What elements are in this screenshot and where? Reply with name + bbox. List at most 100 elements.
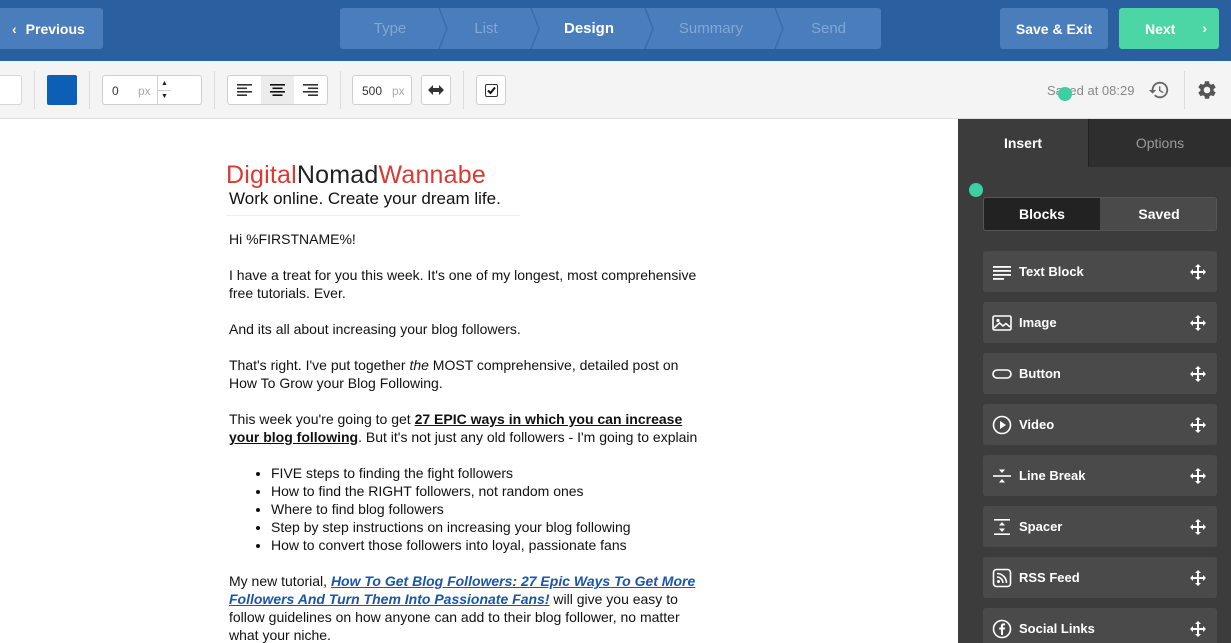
padding-unit: px — [138, 84, 151, 98]
p3-italic: the — [409, 357, 429, 373]
stepper-down-icon[interactable]: ▼ — [161, 93, 168, 100]
tab-insert[interactable]: Insert — [958, 119, 1088, 167]
move-icon[interactable] — [1190, 621, 1206, 637]
move-icon[interactable] — [1190, 519, 1206, 535]
block-label: Video — [1019, 417, 1055, 432]
spacer-icon — [994, 519, 1010, 535]
block-button[interactable]: Button — [983, 353, 1217, 394]
toolbar-divider — [89, 71, 90, 109]
step-separator — [438, 8, 448, 49]
stepper-divider — [158, 90, 171, 91]
padding-input-tail — [171, 75, 202, 105]
checkbox-icon — [484, 83, 498, 97]
play-circle-icon — [992, 415, 1012, 435]
next-button[interactable]: Next › — [1119, 8, 1219, 49]
color-swatch[interactable] — [47, 75, 77, 105]
align-center-button[interactable] — [261, 76, 294, 104]
move-icon[interactable] — [1190, 417, 1206, 433]
toolbar-divider — [340, 71, 341, 109]
list-item: FIVE steps to finding the fight follower… — [271, 464, 709, 482]
block-rss-feed[interactable]: RSS Feed — [983, 557, 1217, 598]
logo-part-nomad: Nomad — [296, 161, 379, 189]
top-navigation-bar: ‹ Previous Type List Design Summary Send… — [0, 0, 1231, 61]
p4-text: This week you're going to get — [229, 411, 415, 427]
logo-part-digital: Digital — [226, 161, 297, 189]
padding-value: 0 — [112, 84, 119, 98]
alignment-group — [227, 75, 328, 105]
block-text[interactable]: Text Block — [983, 251, 1217, 292]
block-social-links[interactable]: Social Links — [983, 608, 1217, 643]
history-icon[interactable] — [1148, 79, 1170, 101]
align-left-icon — [237, 84, 252, 96]
step-summary[interactable]: Summary — [646, 8, 776, 49]
align-right-button[interactable] — [294, 76, 327, 104]
block-label: Social Links — [1019, 621, 1095, 636]
insert-sidebar: Insert Options Blocks Saved Text Block I… — [958, 119, 1231, 643]
align-right-icon — [303, 84, 318, 96]
toolbar-divider — [34, 71, 35, 109]
background-swatch[interactable] — [0, 75, 22, 105]
tab-options[interactable]: Options — [1088, 119, 1231, 167]
previous-button[interactable]: ‹ Previous — [0, 8, 103, 49]
paragraph-5: My new tutorial, How To Get Blog Followe… — [229, 572, 709, 643]
email-body[interactable]: Hi %FIRSTNAME%! I have a treat for you t… — [229, 230, 709, 643]
step-design[interactable]: Design — [532, 8, 646, 49]
paragraph-2: And its all about increasing your blog f… — [229, 321, 521, 337]
brand-logo: DigitalNomadWannabe — [226, 161, 486, 190]
padding-stepper[interactable]: ▲ ▼ — [157, 75, 172, 105]
rss-icon — [992, 568, 1012, 588]
line-break-icon — [993, 469, 1011, 483]
list-item: Step by step instructions on increasing … — [271, 518, 709, 536]
block-label: RSS Feed — [1019, 570, 1080, 585]
p3-text: That's right. I've put together — [229, 357, 410, 373]
logo-part-wannabe: Wannabe — [378, 161, 486, 189]
block-label: Image — [1019, 315, 1057, 330]
toolbar-divider — [1184, 71, 1185, 109]
status-dot — [1058, 87, 1072, 101]
blocks-toggle-button[interactable]: Blocks — [984, 198, 1100, 230]
block-line-break[interactable]: Line Break — [983, 455, 1217, 496]
move-icon[interactable] — [1190, 570, 1206, 586]
paragraph-3: That's right. I've put together the MOST… — [229, 356, 709, 392]
email-canvas[interactable]: DigitalNomadWannabe Work online. Create … — [0, 119, 958, 643]
toolbar-divider — [214, 71, 215, 109]
width-input[interactable]: 500 px — [352, 75, 412, 105]
step-separator — [774, 8, 784, 49]
step-separator — [644, 8, 654, 49]
step-list[interactable]: List — [440, 8, 532, 49]
checkbox-button[interactable] — [476, 75, 506, 105]
paragraph-1: I have a treat for you this week. It's o… — [229, 267, 697, 301]
logo-divider — [226, 215, 520, 216]
text-lines-icon — [993, 266, 1011, 280]
full-width-button[interactable] — [421, 75, 451, 105]
save-exit-button[interactable]: Save & Exit — [1000, 8, 1108, 49]
move-icon[interactable] — [1190, 366, 1206, 382]
step-send[interactable]: Send — [776, 8, 881, 49]
image-icon — [992, 315, 1012, 331]
align-center-icon — [270, 84, 285, 96]
list-item: How to convert those followers into loya… — [271, 536, 709, 554]
greeting: Hi %FIRSTNAME%! — [229, 231, 356, 247]
saved-toggle-button[interactable]: Saved — [1100, 198, 1216, 230]
block-video[interactable]: Video — [983, 404, 1217, 445]
chevron-left-icon: ‹ — [12, 20, 17, 37]
align-left-button[interactable] — [228, 76, 261, 104]
facebook-circle-icon — [992, 619, 1012, 639]
list-item: How to find the RIGHT followers, not ran… — [271, 482, 709, 500]
block-label: Line Break — [1019, 468, 1086, 483]
p5-text: My new tutorial, — [229, 573, 331, 589]
next-button-label: Next — [1145, 20, 1176, 37]
move-icon[interactable] — [1190, 315, 1206, 331]
step-type[interactable]: Type — [340, 8, 440, 49]
p4-text: . But it's not just any old followers - … — [358, 429, 698, 445]
block-image[interactable]: Image — [983, 302, 1217, 343]
step-separator — [530, 8, 540, 49]
stepper-up-icon[interactable]: ▲ — [161, 80, 168, 87]
padding-input[interactable]: 0 px — [102, 75, 158, 105]
gear-icon[interactable] — [1196, 79, 1218, 101]
move-icon[interactable] — [1190, 468, 1206, 484]
chevron-right-icon: › — [1202, 20, 1207, 36]
move-icon[interactable] — [1190, 264, 1206, 280]
block-label: Text Block — [1019, 264, 1084, 279]
block-spacer[interactable]: Spacer — [983, 506, 1217, 547]
